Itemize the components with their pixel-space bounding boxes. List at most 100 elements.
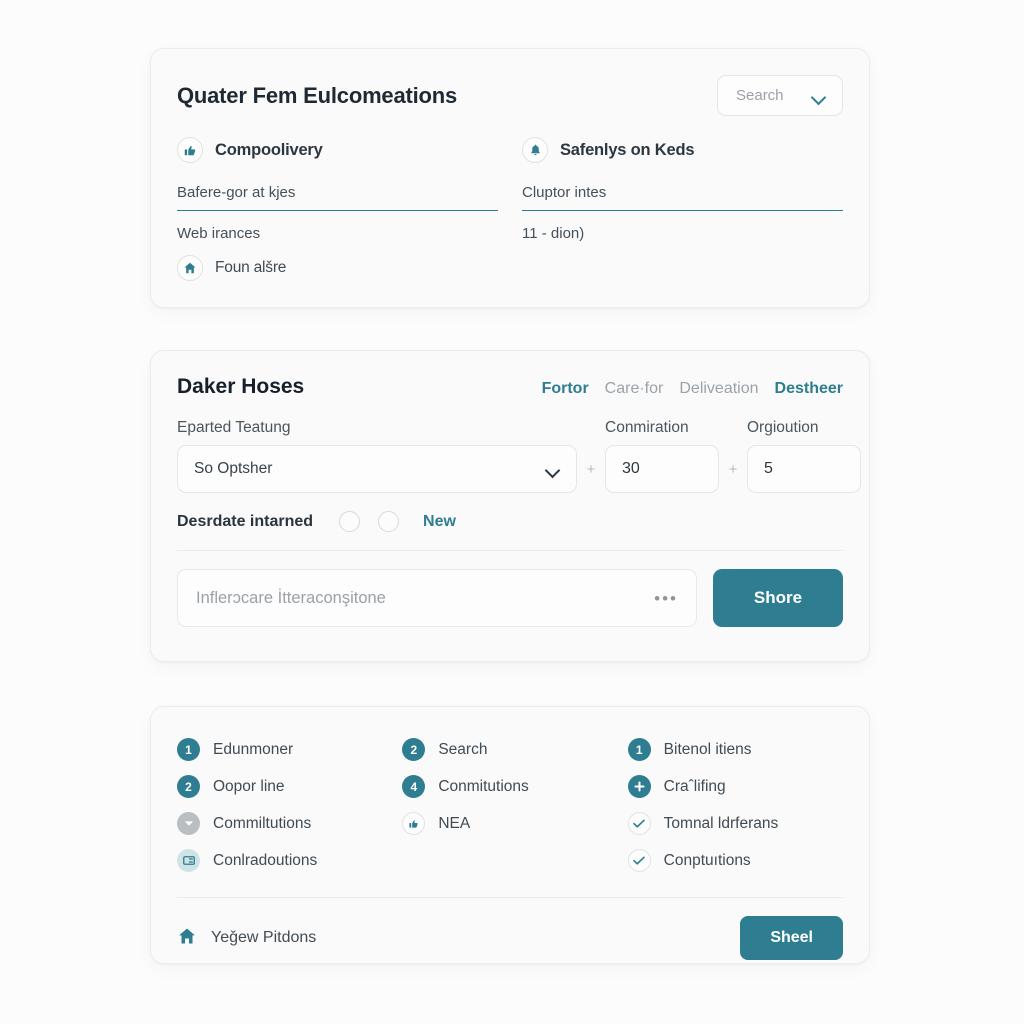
list-footer-label: Yeǧew Pitdons (211, 929, 317, 946)
list-item[interactable]: Tomnal ldrferans (627, 805, 843, 842)
list-item[interactable]: Craˆlifing (627, 768, 843, 805)
radio-option-2[interactable] (378, 511, 400, 532)
overview-right-heading[interactable]: Safenlys on Keds (522, 134, 843, 166)
overview-column-right: Safenlys on Keds Cluptor intes 11 - dion… (522, 134, 843, 242)
select-value: So Optsher (194, 460, 273, 477)
list-item-label: Tomnal ldrferans (663, 814, 779, 832)
check-icon (627, 849, 651, 872)
radio-option-1[interactable] (339, 511, 361, 532)
list-column-3: 1 Bitenol itiens Craˆlifing Tomnal ldrfe… (618, 731, 843, 879)
list-item[interactable]: 2 Oopor line (177, 768, 392, 805)
form-field-labels: Eparted Teatung Conmiration Orgioution (151, 399, 869, 437)
list-card: 1 Edunmoner 2 Oopor line Commiltutions C… (150, 706, 870, 964)
overview-card-footer: Foun alšre (151, 242, 869, 284)
number-badge-icon: 2 (177, 775, 200, 798)
search-input[interactable]: Inflerɔcare İtteraconşitone ••• (177, 569, 697, 627)
list-item-label: Conlradoutions (213, 851, 318, 869)
shore-button[interactable]: Shore (713, 569, 843, 627)
overview-columns: Compoolivery Bafere-gor at kjes Web iran… (151, 116, 869, 242)
search-dropdown-label: Search (736, 87, 784, 104)
form-card-tabs: Fortor Care·for Deliveation Destheer (542, 380, 843, 398)
list-item-label: Conmitutions (438, 777, 529, 795)
overview-right-heading-label: Safenlys on Keds (560, 140, 695, 159)
list-item[interactable]: 2 Search (402, 731, 617, 768)
overview-left-field-value: Bafere-gor at kjes (177, 184, 296, 201)
search-dropdown[interactable]: Search (717, 75, 843, 116)
number-badge-icon: 4 (402, 775, 426, 798)
overview-card: Quater Fem Eulcomeations Search Compooli… (150, 48, 870, 308)
list-column-1: 1 Edunmoner 2 Oopor line Commiltutions C… (177, 731, 392, 879)
radio-group-row: Desrdate intarned New (151, 493, 869, 532)
form-fields-row: So Optsher + 30 + 5 (151, 437, 869, 493)
input-conmiration-value: 30 (622, 460, 640, 477)
overview-left-heading[interactable]: Compoolivery (177, 134, 498, 166)
radio-option-2-label[interactable]: New (423, 513, 456, 531)
list-column-2: 2 Search 4 Conmitutions NEA (392, 731, 617, 879)
plus-icon (627, 775, 651, 798)
list-item[interactable]: Conptuıtions (627, 842, 843, 879)
list-item-label: Edunmoner (213, 740, 294, 758)
list-item[interactable]: Conlradoutions (177, 842, 392, 879)
input-orgioution[interactable]: 5 (747, 445, 861, 493)
ellipsis-icon[interactable]: ••• (654, 590, 678, 607)
overview-footer-item[interactable]: Foun alšre (177, 252, 843, 284)
radio-group-label: Desrdate intarned (177, 512, 314, 530)
home-icon (177, 926, 197, 951)
label-conmiration: Conmiration (605, 419, 689, 436)
tab-carefor[interactable]: Care·for (605, 380, 664, 398)
tab-fortor[interactable]: Fortor (542, 380, 589, 398)
bell-icon (522, 137, 548, 163)
chevron-down-icon (547, 465, 560, 474)
list-item-label: Oopor line (213, 777, 285, 795)
label-eparted-teatung: Eparted Teatung (177, 419, 291, 436)
list-item-label: Commiltutions (213, 814, 312, 832)
overview-card-header: Quater Fem Eulcomeations Search (151, 49, 869, 116)
list-item[interactable]: 4 Conmitutions (402, 768, 617, 805)
tab-deliveation[interactable]: Deliveation (679, 380, 758, 398)
label-orgioution: Orgioution (747, 419, 819, 436)
number-badge-icon: 1 (627, 738, 651, 761)
list-item-label: NEA (438, 814, 471, 832)
home-icon (177, 255, 203, 281)
input-orgioution-value: 5 (764, 460, 773, 477)
overview-left-subtext: Web irances (177, 225, 261, 242)
list-item-label: Search (438, 740, 488, 758)
thumbs-up-icon (177, 137, 203, 163)
plus-separator-2: + (728, 460, 738, 478)
form-card: Daker Hoses Fortor Care·for Deliveation … (150, 350, 870, 662)
list-item-label: Conptuıtions (663, 851, 751, 869)
overview-column-left: Compoolivery Bafere-gor at kjes Web iran… (177, 134, 498, 242)
form-card-header: Daker Hoses Fortor Care·for Deliveation … (151, 351, 869, 399)
form-card-title: Daker Hoses (177, 375, 305, 398)
check-icon (627, 812, 651, 835)
list-footer-item[interactable]: Yeǧew Pitdons (177, 926, 316, 951)
input-conmiration[interactable]: 30 (605, 445, 719, 493)
list-card-footer: Yeǧew Pitdons Sheel (151, 898, 869, 978)
list-item[interactable]: 1 Bitenol itiens (627, 731, 843, 768)
list-item[interactable]: Commiltutions (177, 805, 392, 842)
page-title: Quater Fem Eulcomeations (177, 82, 458, 108)
overview-left-field[interactable]: Bafere-gor at kjes (177, 184, 498, 211)
number-badge-icon: 2 (402, 738, 426, 761)
search-input-placeholder: Inflerɔcare İtteraconşitone (196, 588, 386, 607)
overview-right-subtext: 11 - dion) (522, 225, 585, 242)
plus-separator-1: + (586, 460, 596, 478)
overview-left-heading-label: Compoolivery (215, 140, 323, 159)
overview-right-field-value: Cluptor intes (522, 184, 607, 201)
chevron-down-icon (177, 812, 200, 835)
list-columns: 1 Edunmoner 2 Oopor line Commiltutions C… (151, 707, 869, 897)
tab-destheer[interactable]: Destheer (775, 380, 843, 398)
list-item-label: Bitenol itiens (663, 740, 752, 758)
select-eparted-teatung[interactable]: So Optsher (177, 445, 577, 493)
sheel-button[interactable]: Sheel (740, 916, 843, 960)
chevron-down-icon (813, 92, 826, 100)
number-badge-icon: 1 (177, 738, 200, 761)
form-action-row: Inflerɔcare İtteraconşitone ••• Shore (151, 551, 869, 627)
thumbs-up-icon (402, 812, 426, 835)
app-root: Quater Fem Eulcomeations Search Compooli… (0, 0, 1024, 1024)
list-item[interactable]: 1 Edunmoner (177, 731, 392, 768)
list-item[interactable]: NEA (402, 805, 617, 842)
overview-right-field[interactable]: Cluptor intes (522, 184, 843, 211)
list-item-label: Craˆlifing (663, 777, 726, 795)
card-icon (177, 849, 200, 872)
